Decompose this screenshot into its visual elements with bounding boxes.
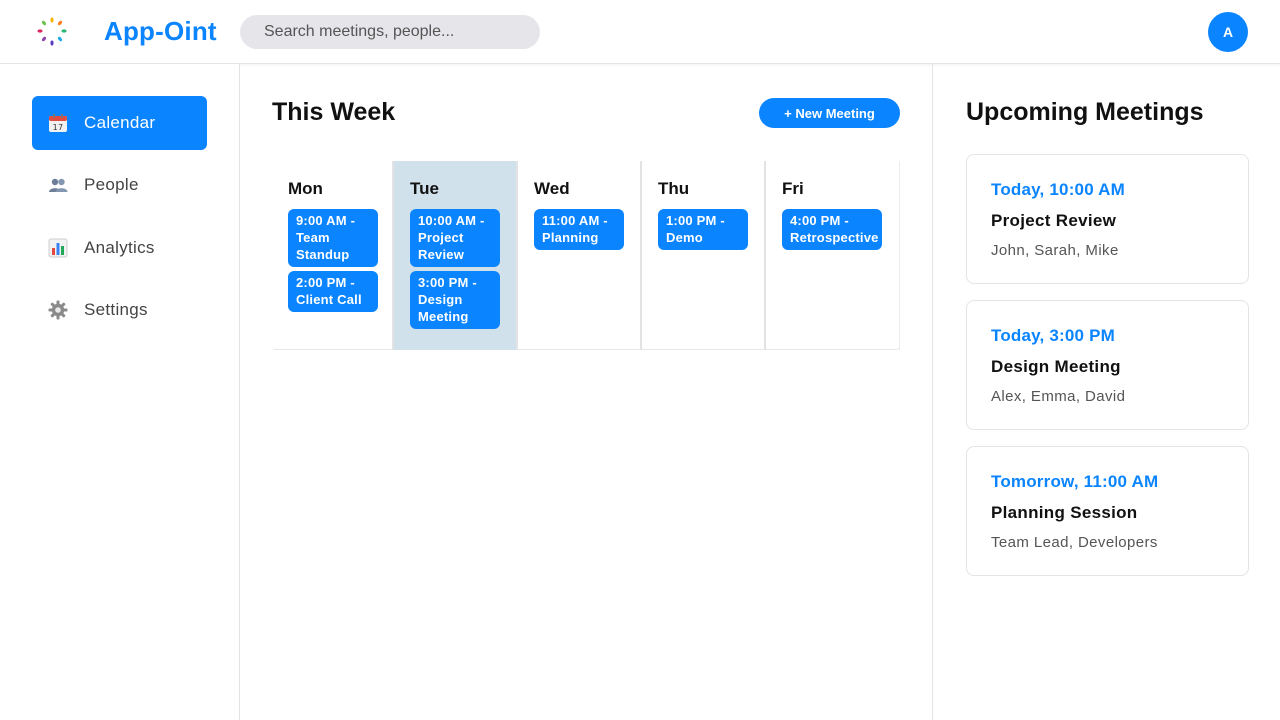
event-chip[interactable]: 2:00 PM - Client Call: [288, 271, 378, 312]
bar-chart-icon: [48, 238, 68, 258]
event-chip[interactable]: 1:00 PM - Demo: [658, 209, 748, 250]
meeting-time: Today, 10:00 AM: [991, 180, 1125, 199]
app-logo-icon: [37, 17, 67, 46]
sidebar-item-label: Settings: [84, 300, 148, 319]
meeting-attendees: Team Lead, Developers: [991, 534, 1158, 551]
meeting-time: Today, 3:00 PM: [991, 326, 1116, 345]
sidebar-item-calendar[interactable]: 17 Calendar: [32, 96, 207, 150]
day-column-thu[interactable]: Thu 1:00 PM - Demo: [642, 161, 766, 350]
calendar-icon: 17: [48, 113, 68, 133]
people-icon: [48, 175, 68, 195]
event-chip[interactable]: 11:00 AM - Planning: [534, 209, 624, 250]
avatar[interactable]: A: [1208, 12, 1248, 52]
search-input[interactable]: [240, 15, 540, 49]
sidebar-item-label: Calendar: [84, 113, 156, 132]
brand-name[interactable]: App-Oint: [104, 16, 217, 47]
meeting-title: Project Review: [991, 211, 1117, 230]
day-column-tue[interactable]: Tue 10:00 AM - Project Review 3:00 PM - …: [394, 161, 518, 350]
sidebar-item-people[interactable]: People: [32, 158, 207, 212]
day-name: Fri: [782, 179, 804, 198]
meeting-card[interactable]: Tomorrow, 11:00 AM Planning Session Team…: [966, 446, 1249, 576]
day-column-wed[interactable]: Wed 11:00 AM - Planning: [518, 161, 642, 350]
day-name: Thu: [658, 179, 690, 198]
event-chip[interactable]: 4:00 PM - Retrospective: [782, 209, 882, 250]
event-chip[interactable]: 10:00 AM - Project Review: [410, 209, 500, 267]
meeting-title: Design Meeting: [991, 357, 1121, 376]
meeting-title: Planning Session: [991, 503, 1138, 522]
upcoming-title: Upcoming Meetings: [966, 98, 1204, 126]
new-meeting-button[interactable]: + New Meeting: [759, 98, 900, 128]
sidebar-item-settings[interactable]: Settings: [32, 283, 207, 337]
main-content: This Week + New Meeting Mon 9:00 AM - Te…: [240, 64, 932, 720]
day-name: Mon: [288, 179, 323, 198]
week-calendar: Mon 9:00 AM - Team Standup 2:00 PM - Cli…: [272, 161, 900, 350]
meeting-attendees: Alex, Emma, David: [991, 388, 1126, 405]
meeting-time: Tomorrow, 11:00 AM: [991, 472, 1159, 491]
sidebar: 17 Calendar People Analytics Settings: [0, 64, 240, 720]
top-header: App-Oint A: [0, 0, 1280, 64]
page-title: This Week: [272, 98, 396, 126]
event-chip[interactable]: 3:00 PM - Design Meeting: [410, 271, 500, 329]
sidebar-item-analytics[interactable]: Analytics: [32, 221, 207, 275]
gear-icon: [48, 300, 68, 320]
day-column-fri[interactable]: Fri 4:00 PM - Retrospective: [766, 161, 900, 350]
day-column-mon[interactable]: Mon 9:00 AM - Team Standup 2:00 PM - Cli…: [272, 161, 394, 350]
day-name: Tue: [410, 179, 439, 198]
upcoming-panel: Upcoming Meetings Today, 10:00 AM Projec…: [932, 64, 1280, 720]
meeting-attendees: John, Sarah, Mike: [991, 242, 1119, 259]
meeting-card[interactable]: Today, 10:00 AM Project Review John, Sar…: [966, 154, 1249, 284]
svg-text:17: 17: [53, 123, 64, 132]
meeting-card[interactable]: Today, 3:00 PM Design Meeting Alex, Emma…: [966, 300, 1249, 430]
day-name: Wed: [534, 179, 570, 198]
sidebar-item-label: Analytics: [84, 238, 155, 257]
event-chip[interactable]: 9:00 AM - Team Standup: [288, 209, 378, 267]
sidebar-item-label: People: [84, 175, 139, 194]
